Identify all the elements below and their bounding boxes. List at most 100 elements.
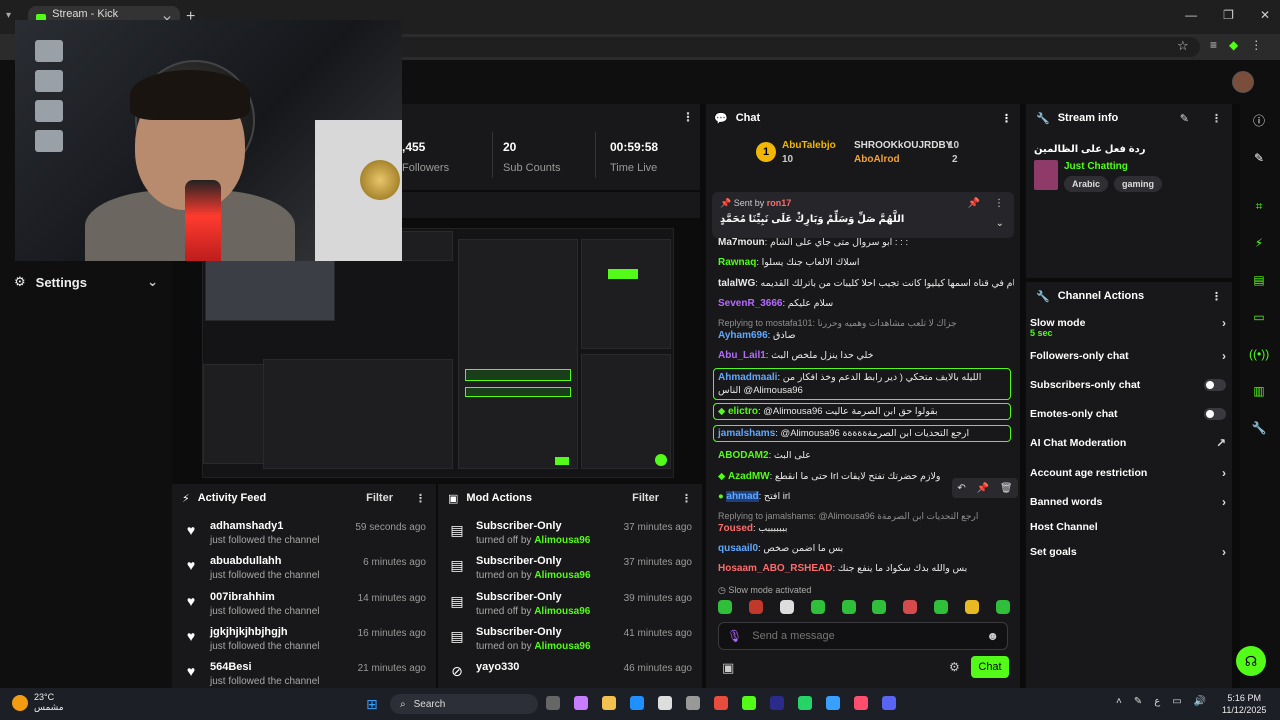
chevron-down-icon[interactable]: ⌄ — [996, 218, 1004, 229]
chat-username[interactable]: Hosaam_ABO_RSHEAD — [718, 563, 832, 574]
lightning-icon[interactable]: ⚡ — [1249, 233, 1269, 253]
leader-name[interactable]: AbuTalebjo — [782, 140, 836, 151]
moderator-name[interactable]: Alimousa96 — [534, 606, 590, 617]
follower-name[interactable]: jgkjhjkjhbjhgjh — [210, 626, 320, 638]
stream-info-more-icon[interactable]: ⋮ — [1211, 112, 1222, 125]
help-headset-icon[interactable]: ☊ — [1236, 646, 1266, 676]
reply-context[interactable]: Replying to mostafa101: جزاك لا تلعب مشا… — [718, 318, 1014, 329]
send-chat-button[interactable]: Chat — [971, 656, 1009, 678]
emote-icon[interactable] — [903, 600, 918, 614]
file-explorer-icon[interactable] — [602, 696, 616, 710]
emote-icon[interactable] — [718, 600, 732, 614]
chat-bubble-icon[interactable]: ▭ — [1249, 307, 1269, 327]
app-icon[interactable] — [686, 696, 700, 710]
follower-name[interactable]: 007ibrahhim — [210, 591, 320, 603]
taskbar-clock[interactable]: 5:16 PM 11/12/2025 — [1222, 692, 1266, 716]
chat-more-icon[interactable]: ⋮ — [1001, 112, 1012, 125]
chat-username[interactable]: jamalshams — [718, 428, 775, 439]
mic-icon[interactable]: 🎙 — [727, 629, 742, 643]
chat-username[interactable]: qusaail0 — [718, 543, 758, 554]
emote-icon[interactable] — [995, 600, 1010, 614]
pen-icon[interactable]: ✎ — [1134, 696, 1142, 707]
host-channel-row[interactable]: Host Channel — [1030, 516, 1226, 538]
pinned-more-icon[interactable]: ⋮ — [994, 198, 1004, 209]
menu-icon[interactable]: ⋮ — [1250, 38, 1262, 52]
chat-username[interactable]: AzadMW — [728, 471, 770, 482]
reply-context[interactable]: Replying to jamalshams: @Alimousa96 ارجع… — [718, 511, 1014, 522]
emote-icon[interactable] — [810, 600, 825, 614]
app-icon[interactable] — [826, 696, 840, 710]
stats-more-icon[interactable]: ⋮ — [682, 110, 694, 124]
kick-app-icon[interactable] — [742, 696, 756, 710]
activity-more-icon[interactable]: ⋮ — [415, 492, 426, 505]
chat-username[interactable]: Rawnaq — [718, 257, 756, 268]
store-icon[interactable] — [658, 696, 672, 710]
whatsapp-icon[interactable] — [798, 696, 812, 710]
chevron-up-icon[interactable]: ˄ — [1116, 696, 1122, 707]
follower-name[interactable]: abuabdullahh — [210, 555, 320, 567]
chat-username[interactable]: Ayham696 — [718, 330, 768, 341]
task-view-icon[interactable] — [546, 696, 560, 710]
moderator-name[interactable]: Alimousa96 — [534, 570, 590, 581]
chat-settings-icon[interactable]: ⚙ — [949, 660, 960, 674]
gift-icon[interactable]: ▣ — [722, 660, 734, 676]
emote-icon[interactable] — [934, 600, 949, 614]
ai-moderation-row[interactable]: AI Chat Moderation ↗ — [1030, 432, 1226, 454]
scan-icon[interactable]: ⌗ — [1249, 196, 1269, 216]
weather-widget[interactable]: 23°C مشمس — [12, 692, 64, 713]
edit-pencil-icon[interactable]: ✎ — [1180, 112, 1189, 125]
set-goals-row[interactable]: Set goals › — [1030, 541, 1226, 563]
follower-name[interactable]: adhamshady1 — [210, 520, 320, 532]
network-icon[interactable]: ▭ — [1172, 696, 1181, 707]
premiere-icon[interactable] — [770, 696, 784, 710]
chat-username[interactable]: ahmad — [726, 491, 759, 502]
emote-icon[interactable] — [872, 600, 887, 614]
emote-icon[interactable] — [779, 600, 794, 614]
extension-icon[interactable]: ◆ — [1229, 38, 1238, 52]
banned-words-row[interactable]: Banned words › — [1030, 491, 1226, 513]
minimize-button[interactable]: — — [1185, 8, 1197, 22]
tab-search-icon[interactable]: ▾ — [6, 10, 11, 21]
chat-username[interactable]: Ma7moun — [718, 237, 765, 248]
emoji-picker-icon[interactable]: ☻ — [986, 629, 999, 643]
pencil-icon[interactable]: ✎ — [1249, 148, 1269, 168]
chat-username[interactable]: 7oused — [718, 523, 753, 534]
copilot-icon[interactable] — [574, 696, 588, 710]
chat-username[interactable]: Ahmadmaali — [718, 372, 777, 383]
leader-name[interactable]: SHROOKkOUJRDBY — [854, 140, 952, 151]
music-icon[interactable] — [854, 696, 868, 710]
moderator-name[interactable]: Alimousa96 — [534, 641, 590, 652]
bookmark-star-icon[interactable]: ☆ — [1177, 38, 1189, 54]
media-icon[interactable]: ≡ — [1210, 38, 1217, 52]
followers-only-row[interactable]: Followers-only chat › — [1030, 345, 1226, 367]
emotes-only-toggle[interactable] — [1204, 408, 1226, 420]
activity-filter-button[interactable]: Filter — [366, 492, 393, 504]
broadcast-icon[interactable]: ((•)) — [1249, 344, 1269, 364]
mod-action-name[interactable]: yayo330 — [476, 661, 519, 673]
chat-input[interactable] — [752, 630, 977, 642]
channel-actions-more-icon[interactable]: ⋮ — [1211, 290, 1222, 303]
chat-username[interactable]: elictro — [728, 406, 758, 417]
pinned-sender-name[interactable]: ron17 — [767, 198, 792, 208]
subscribers-only-toggle[interactable] — [1204, 379, 1226, 391]
windows-start-icon[interactable]: ⊞ — [366, 696, 378, 713]
chat-username[interactable]: talalWG — [718, 278, 755, 289]
chat-username[interactable]: SevenR_3666 — [718, 298, 783, 309]
emote-icon[interactable] — [748, 600, 763, 614]
taskbar-search[interactable]: ⌕ Search — [390, 694, 538, 714]
mod-filter-button[interactable]: Filter — [632, 492, 659, 504]
layout-icon[interactable]: ▥ — [1249, 381, 1269, 401]
document-icon[interactable]: ▤ — [1249, 270, 1269, 290]
mod-more-icon[interactable]: ⋮ — [681, 492, 692, 505]
emote-icon[interactable] — [841, 600, 856, 614]
avatar[interactable] — [1232, 71, 1254, 93]
volume-icon[interactable]: 🔊 — [1194, 696, 1206, 707]
info-icon[interactable]: ⓘ — [1249, 111, 1269, 131]
moderator-name[interactable]: Alimousa96 — [534, 535, 590, 546]
emote-icon[interactable] — [965, 600, 979, 614]
wrench-icon[interactable]: 🔧 — [1249, 418, 1269, 438]
maximize-button[interactable]: ❐ — [1223, 8, 1234, 22]
slow-mode-row[interactable]: Slow mode › — [1030, 312, 1226, 334]
chat-username[interactable]: ABODAM2 — [718, 450, 769, 461]
stream-category[interactable]: Just Chatting — [1064, 161, 1128, 172]
